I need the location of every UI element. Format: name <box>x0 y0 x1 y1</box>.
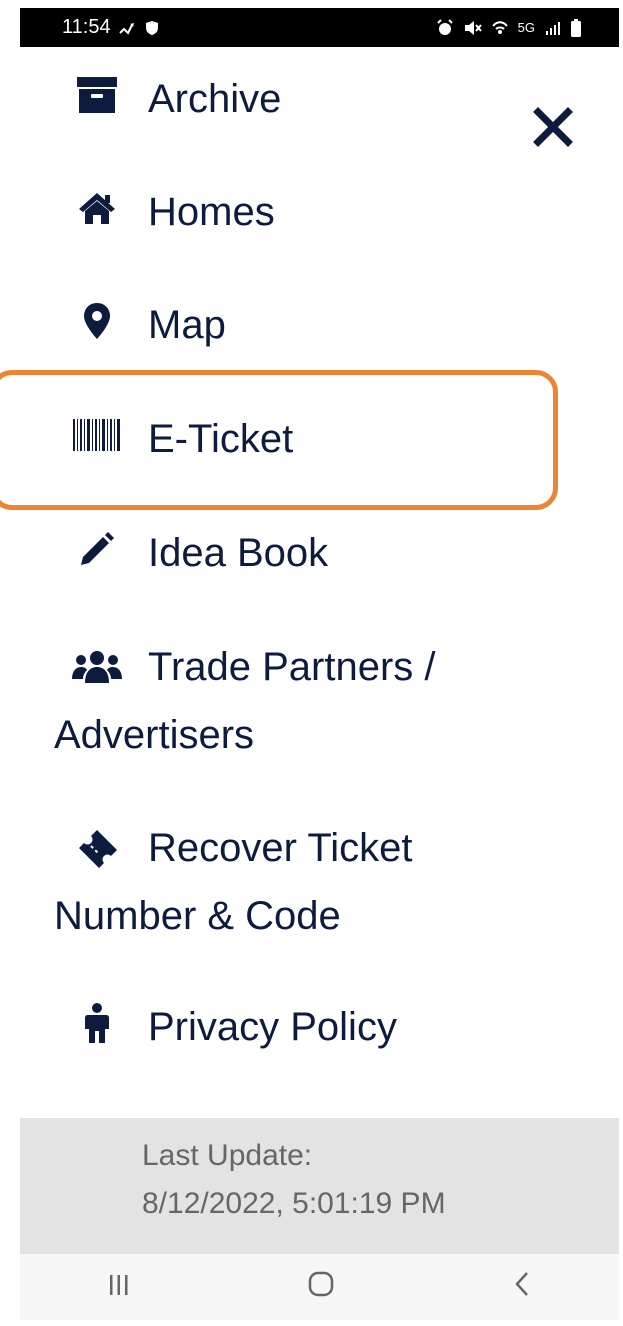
menu-item-map[interactable]: Map <box>0 291 560 359</box>
last-update-panel: Last Update: 8/12/2022, 5:01:19 PM <box>20 1118 619 1254</box>
menu-label-line2: Number & Code <box>54 894 341 938</box>
status-time: 11:54 <box>62 16 111 38</box>
menu-label: E-Ticket <box>148 417 294 461</box>
archive-box-icon <box>72 65 122 125</box>
menu-item-privacy-policy[interactable]: Privacy Policy <box>0 993 560 1061</box>
home-icon <box>72 178 122 238</box>
system-nav-bar <box>20 1254 619 1320</box>
recent-apps-button[interactable] <box>109 1271 129 1303</box>
signal-icon <box>545 21 561 35</box>
menu-label-line1: Recover Ticket <box>148 826 413 870</box>
menu-label-line1: Trade Partners / <box>148 645 436 689</box>
menu-label: Map <box>148 303 226 347</box>
last-update-label: Last Update: <box>142 1139 313 1172</box>
barcode-icon <box>72 405 122 465</box>
map-pin-icon <box>72 291 122 351</box>
person-icon <box>72 993 122 1053</box>
menu-item-homes[interactable]: Homes <box>0 178 560 246</box>
recent-apps-icon <box>110 1275 128 1295</box>
battery-icon <box>571 18 581 37</box>
users-icon <box>72 637 122 697</box>
alarm-icon <box>436 18 454 37</box>
menu-item-recover-ticket[interactable]: Recover Ticket Number & Code <box>0 814 560 954</box>
menu-item-trade-partners[interactable]: Trade Partners / Advertisers <box>0 633 560 773</box>
menu-item-e-ticket[interactable]: E-Ticket <box>0 405 560 473</box>
status-bar: 11:54 5G <box>20 8 619 47</box>
menu-label: Privacy Policy <box>148 1005 397 1049</box>
back-chevron-icon <box>515 1271 528 1296</box>
menu-label-line2: Advertisers <box>54 713 255 757</box>
wifi-icon <box>491 20 508 36</box>
status-right: 5G <box>436 18 581 37</box>
home-button[interactable] <box>307 1270 335 1305</box>
menu-label: Idea Book <box>148 531 329 575</box>
last-update-text: Last Update: 8/12/2022, 5:01:19 PM <box>142 1132 446 1228</box>
shield-icon <box>145 20 159 36</box>
missed-call-icon <box>118 21 137 35</box>
menu-label: Homes <box>148 190 275 234</box>
last-update-timestamp: 8/12/2022, 5:01:19 PM <box>142 1187 446 1220</box>
ticket-icon <box>72 818 122 878</box>
home-circle-icon <box>309 1271 334 1296</box>
menu-item-archive[interactable]: Archive <box>0 65 560 133</box>
back-button[interactable] <box>514 1271 530 1304</box>
status-left: 11:54 <box>62 16 159 39</box>
mute-icon <box>464 20 482 36</box>
menu-item-idea-book[interactable]: Idea Book <box>0 519 560 587</box>
menu-label: Archive <box>148 77 282 121</box>
pencil-icon <box>72 519 122 579</box>
network-label: 5G <box>517 20 535 35</box>
